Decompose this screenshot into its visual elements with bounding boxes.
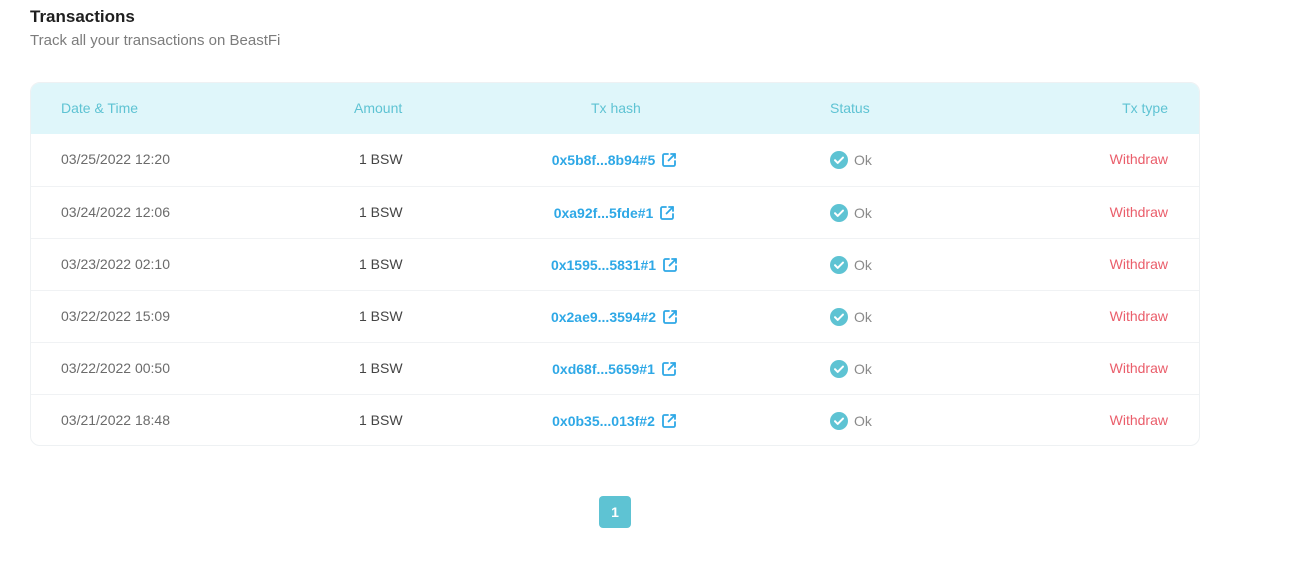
- row-status: Ok: [830, 343, 872, 394]
- external-link-icon[interactable]: [661, 256, 679, 274]
- column-header-amount: Amount: [354, 100, 403, 116]
- tx-hash-link[interactable]: 0xd68f...5659#1: [552, 361, 655, 377]
- row-tx-hash: 0xd68f...5659#1: [471, 343, 759, 394]
- row-date: 03/22/2022 00:50: [61, 360, 170, 376]
- table-row: 03/21/2022 18:48 1 BSW 0x0b35...013f#2 O…: [31, 394, 1199, 445]
- external-link-icon[interactable]: [660, 151, 678, 169]
- row-amount: 1 BSW: [359, 412, 403, 428]
- column-header-tx-hash: Tx hash: [591, 100, 641, 116]
- tx-hash-link[interactable]: 0xa92f...5fde#1: [554, 205, 654, 221]
- row-tx-hash: 0x2ae9...3594#2: [471, 291, 759, 342]
- row-tx-hash: 0xa92f...5fde#1: [471, 187, 759, 238]
- table-header: Date & Time Amount Tx hash Status Tx typ…: [31, 83, 1199, 134]
- row-amount: 1 BSW: [359, 151, 403, 167]
- check-circle-icon: [830, 151, 848, 170]
- row-amount: 1 BSW: [359, 308, 403, 324]
- row-tx-type: Withdraw: [1109, 204, 1168, 220]
- row-status: Ok: [830, 239, 872, 290]
- row-tx-hash: 0x1595...5831#1: [471, 239, 759, 290]
- table-row: 03/24/2022 12:06 1 BSW 0xa92f...5fde#1 O…: [31, 186, 1199, 238]
- table-row: 03/22/2022 15:09 1 BSW 0x2ae9...3594#2 O…: [31, 290, 1199, 342]
- row-date: 03/23/2022 02:10: [61, 256, 170, 272]
- status-label: Ok: [854, 256, 872, 273]
- transactions-page: Transactions Track all your transactions…: [0, 0, 1299, 574]
- tx-hash-link[interactable]: 0x2ae9...3594#2: [551, 309, 656, 325]
- row-date: 03/25/2022 12:20: [61, 151, 170, 167]
- external-link-icon[interactable]: [660, 360, 678, 378]
- row-amount: 1 BSW: [359, 360, 403, 376]
- tx-hash-link[interactable]: 0x5b8f...8b94#5: [552, 152, 656, 168]
- row-date: 03/22/2022 15:09: [61, 308, 170, 324]
- column-header-date: Date & Time: [61, 100, 139, 116]
- row-amount: 1 BSW: [359, 204, 403, 220]
- transactions-table: Date & Time Amount Tx hash Status Tx typ…: [30, 82, 1200, 446]
- status-label: Ok: [854, 151, 872, 168]
- tx-hash-link[interactable]: 0x0b35...013f#2: [552, 413, 655, 429]
- row-status: Ok: [830, 187, 872, 238]
- row-status: Ok: [830, 134, 872, 185]
- row-status: Ok: [830, 395, 872, 445]
- row-status: Ok: [830, 291, 872, 342]
- check-circle-icon: [830, 308, 848, 327]
- status-label: Ok: [854, 308, 872, 325]
- row-date: 03/24/2022 12:06: [61, 204, 170, 220]
- check-circle-icon: [830, 360, 848, 379]
- status-label: Ok: [854, 204, 872, 221]
- status-label: Ok: [854, 360, 872, 377]
- column-header-tx-type: Tx type: [1122, 100, 1168, 116]
- check-circle-icon: [830, 256, 848, 275]
- row-tx-type: Withdraw: [1109, 256, 1168, 272]
- table-row: 03/25/2022 12:20 1 BSW 0x5b8f...8b94#5 O…: [31, 134, 1199, 186]
- status-label: Ok: [854, 412, 872, 429]
- table-row: 03/23/2022 02:10 1 BSW 0x1595...5831#1 O…: [31, 238, 1199, 290]
- check-circle-icon: [830, 204, 848, 223]
- row-tx-hash: 0x5b8f...8b94#5: [471, 134, 759, 185]
- tx-hash-link[interactable]: 0x1595...5831#1: [551, 257, 656, 273]
- external-link-icon[interactable]: [660, 412, 678, 430]
- pagination-page-button[interactable]: 1: [599, 496, 631, 528]
- row-tx-type: Withdraw: [1109, 412, 1168, 428]
- page-subtitle: Track all your transactions on BeastFi: [30, 32, 281, 49]
- row-date: 03/21/2022 18:48: [61, 412, 170, 428]
- row-tx-type: Withdraw: [1109, 151, 1168, 167]
- table-row: 03/22/2022 00:50 1 BSW 0xd68f...5659#1 O…: [31, 342, 1199, 394]
- column-header-status: Status: [830, 100, 870, 116]
- row-tx-type: Withdraw: [1109, 308, 1168, 324]
- external-link-icon[interactable]: [658, 204, 676, 222]
- row-tx-type: Withdraw: [1109, 360, 1168, 376]
- table-body: 03/25/2022 12:20 1 BSW 0x5b8f...8b94#5 O…: [31, 134, 1199, 445]
- row-amount: 1 BSW: [359, 256, 403, 272]
- external-link-icon[interactable]: [661, 308, 679, 326]
- row-tx-hash: 0x0b35...013f#2: [471, 395, 759, 445]
- check-circle-icon: [830, 412, 848, 431]
- page-title: Transactions: [30, 7, 135, 26]
